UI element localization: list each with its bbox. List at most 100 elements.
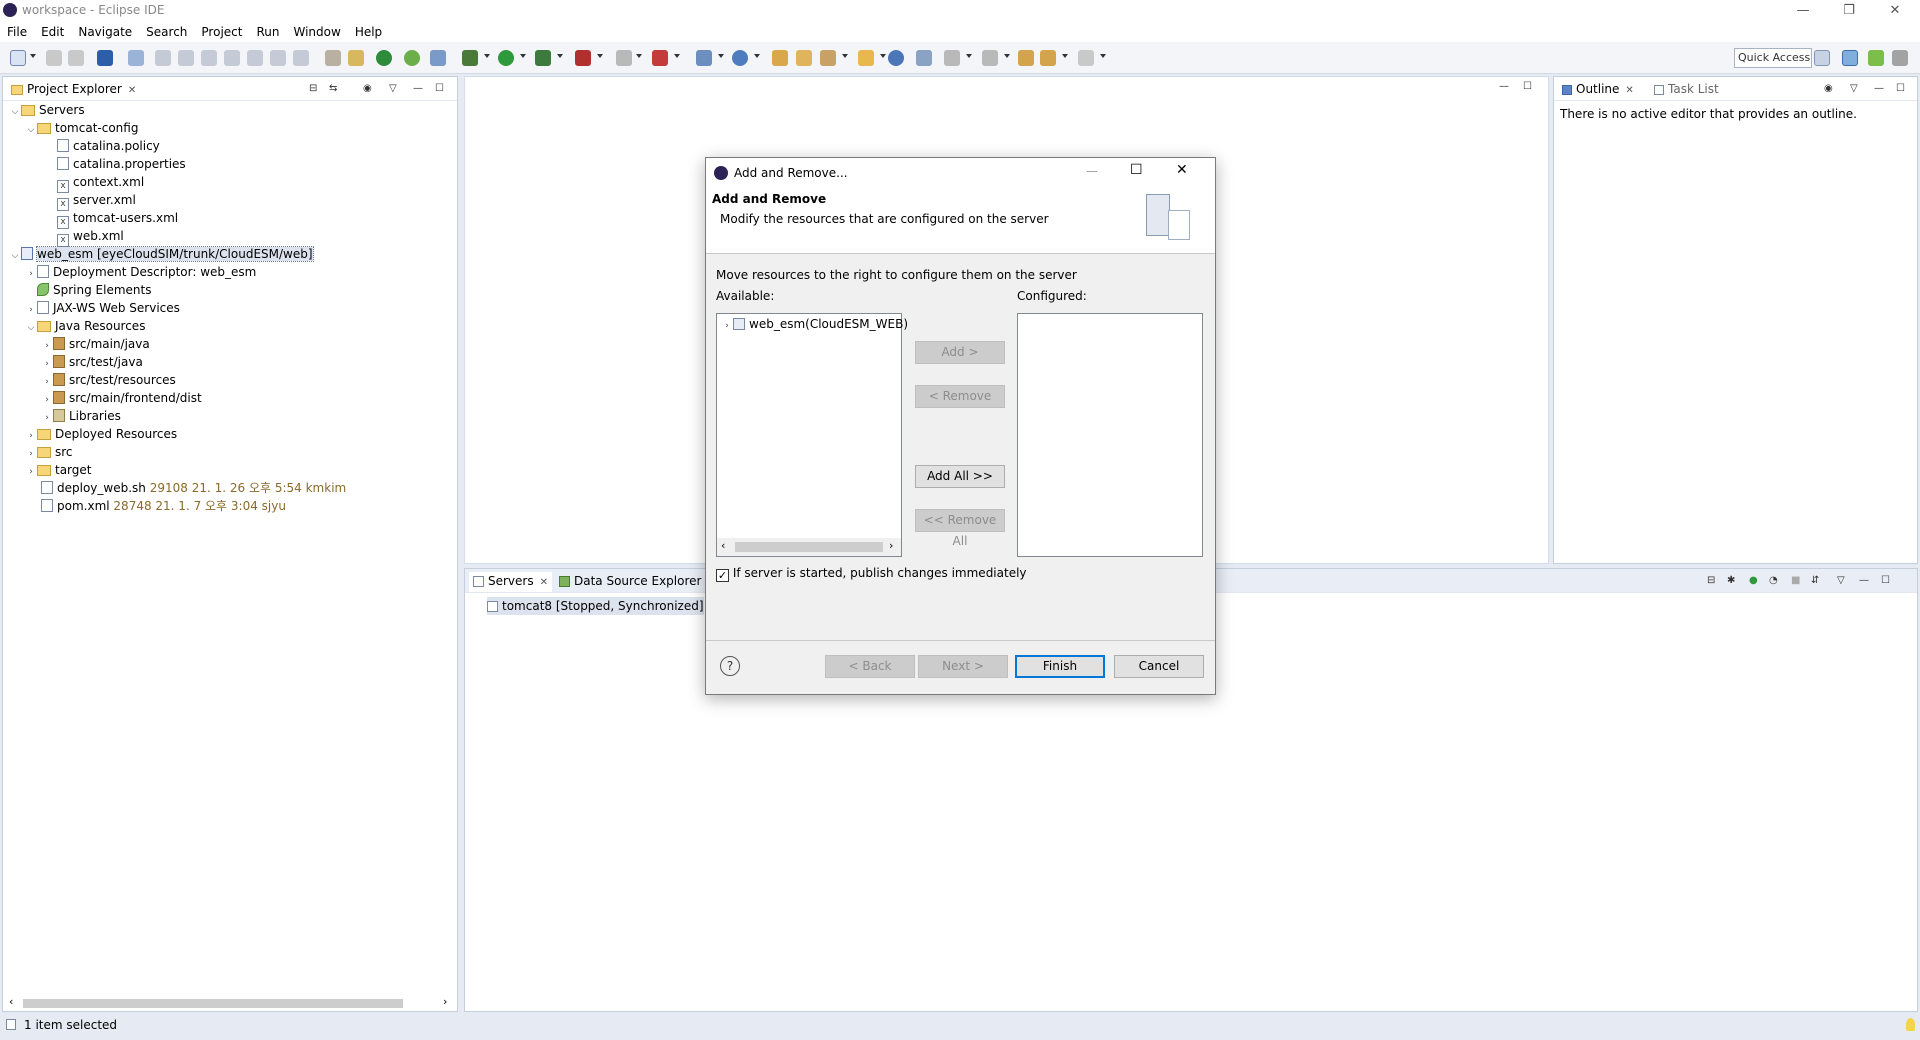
collapse-all-icon[interactable]: ⊟: [1707, 575, 1715, 586]
tree-row[interactable]: › src/test/resources: [41, 371, 176, 389]
pin-editor-icon[interactable]: [916, 50, 932, 66]
previous-annotation-icon[interactable]: [982, 50, 998, 66]
list-item[interactable]: › web_esm(CloudESM_WEB): [721, 315, 908, 333]
tree-row[interactable]: x server.xml: [57, 191, 136, 211]
step-over-icon[interactable]: [270, 50, 286, 66]
tree-row[interactable]: › src/main/java: [41, 335, 150, 353]
collapse-all-icon[interactable]: ⊟: [309, 83, 317, 94]
tab-project-explorer[interactable]: Project Explorer ✕: [7, 80, 141, 100]
minimize-button[interactable]: —: [1780, 0, 1826, 22]
tree-row[interactable]: › JAX-WS Web Services: [25, 299, 180, 317]
menu-run[interactable]: Run: [249, 22, 286, 42]
external-tools-dropdown-icon[interactable]: [597, 54, 603, 58]
close-icon[interactable]: ✕: [1625, 85, 1633, 96]
step-into-icon[interactable]: [247, 50, 263, 66]
step-return-icon[interactable]: [293, 50, 309, 66]
close-icon[interactable]: ✕: [540, 577, 548, 588]
expanded-icon[interactable]: ⌵: [25, 319, 37, 337]
tree-row[interactable]: › src/test/java: [41, 353, 143, 371]
collapsed-icon[interactable]: ›: [25, 265, 37, 283]
restore-button[interactable]: ❐: [1826, 0, 1872, 22]
next-button[interactable]: Next >: [918, 655, 1008, 678]
dialog-minimize-button[interactable]: —: [1086, 164, 1098, 178]
tab-data-source-explorer[interactable]: Data Source Explorer: [555, 572, 705, 592]
tab-task-list[interactable]: Task List: [1650, 80, 1723, 100]
menu-search[interactable]: Search: [139, 22, 194, 42]
server-row[interactable]: tomcat8 [Stopped, Synchronized]: [487, 597, 704, 615]
publish-checkbox-row[interactable]: ✓ If server is started, publish changes …: [716, 566, 1027, 582]
suspend-icon[interactable]: [178, 50, 194, 66]
expanded-icon[interactable]: ⌵: [9, 103, 21, 121]
open-type-icon[interactable]: [772, 50, 788, 66]
scroll-right-icon[interactable]: ›: [443, 995, 447, 1008]
view-menu-icon[interactable]: ▽: [1850, 83, 1858, 94]
add-button[interactable]: Add >: [915, 341, 1005, 364]
cancel-button[interactable]: Cancel: [1114, 655, 1204, 678]
class-dropdown-icon[interactable]: [754, 54, 760, 58]
last-edit-location-icon[interactable]: [1018, 50, 1034, 66]
expanded-icon[interactable]: ⌵: [25, 121, 37, 139]
package-dropdown-icon[interactable]: [718, 54, 724, 58]
new-dropdown-icon[interactable]: [30, 54, 36, 58]
quick-access-input[interactable]: Quick Access: [1734, 48, 1812, 68]
stop-server-icon[interactable]: ■: [1791, 575, 1800, 586]
java-perspective-icon[interactable]: [1892, 50, 1908, 66]
tree-row[interactable]: deploy_web.sh 29108 21. 1. 26 오후 5:54 km…: [41, 479, 346, 497]
next-annotation-icon[interactable]: [944, 50, 960, 66]
profile-server-icon[interactable]: ◔: [1769, 575, 1778, 586]
server-icon[interactable]: [652, 50, 668, 66]
new-java-package-icon[interactable]: [696, 50, 712, 66]
drop-to-frame-icon[interactable]: [325, 50, 341, 66]
tree-row[interactable]: › src: [25, 443, 72, 461]
close-icon[interactable]: ✕: [128, 85, 136, 96]
maximize-view-icon[interactable]: ☐: [435, 83, 444, 94]
forward-dropdown-icon[interactable]: [1100, 54, 1106, 58]
finish-button[interactable]: Finish: [1015, 655, 1105, 678]
terminal-icon[interactable]: [97, 50, 113, 66]
remove-button[interactable]: < Remove: [915, 385, 1005, 408]
tree-row[interactable]: › Deployed Resources: [25, 425, 177, 443]
horizontal-scrollbar[interactable]: ‹ ›: [7, 995, 453, 1011]
tree-row[interactable]: catalina.policy: [57, 137, 160, 155]
tree-row[interactable]: x web.xml: [57, 227, 124, 247]
spring-boot-icon[interactable]: [376, 50, 392, 66]
back-button[interactable]: < Back: [825, 655, 915, 678]
minimize-editor-icon[interactable]: —: [1499, 81, 1509, 92]
menu-edit[interactable]: Edit: [34, 22, 71, 42]
save-all-icon[interactable]: [68, 50, 84, 66]
tree-row[interactable]: pom.xml 28748 21. 1. 7 오후 3:04 sjyu: [41, 497, 286, 515]
help-icon[interactable]: ?: [720, 656, 740, 676]
tree-row[interactable]: catalina.properties: [57, 155, 186, 173]
publish-icon[interactable]: ⇵: [1811, 575, 1819, 586]
resume-icon[interactable]: [155, 50, 171, 66]
link-with-editor-icon[interactable]: ⇆: [329, 83, 337, 94]
save-icon[interactable]: [46, 50, 62, 66]
tree-row[interactable]: › target: [25, 461, 91, 479]
folder-dropdown-icon[interactable]: [880, 54, 886, 58]
minimize-view-icon[interactable]: —: [413, 83, 423, 94]
external-tools-icon[interactable]: [575, 50, 591, 66]
tree-row[interactable]: x context.xml: [57, 173, 144, 193]
run-icon[interactable]: [498, 50, 514, 66]
disconnect-icon[interactable]: [224, 50, 240, 66]
server-dropdown-icon[interactable]: [674, 54, 680, 58]
close-button[interactable]: ✕: [1872, 0, 1918, 22]
menu-help[interactable]: Help: [348, 22, 389, 42]
maximize-view-icon[interactable]: ☐: [1881, 575, 1890, 586]
run-dropdown-icon[interactable]: [520, 54, 526, 58]
scroll-left-icon[interactable]: ‹: [721, 539, 725, 552]
scrollbar-thumb[interactable]: [23, 999, 403, 1008]
view-menu-icon[interactable]: ▽: [1837, 575, 1845, 586]
minimize-view-icon[interactable]: —: [1859, 575, 1869, 586]
coverage-icon[interactable]: [535, 50, 551, 66]
tree-row[interactable]: › Libraries: [41, 407, 121, 425]
scroll-left-icon[interactable]: ‹: [9, 995, 13, 1008]
maximize-view-icon[interactable]: ☐: [1896, 83, 1905, 94]
web-browser-icon[interactable]: [888, 50, 904, 66]
configured-list[interactable]: [1017, 313, 1203, 557]
refresh-spring-icon[interactable]: [404, 50, 420, 66]
skip-breakpoints-icon[interactable]: [128, 50, 144, 66]
java-ee-perspective-icon[interactable]: [1842, 50, 1858, 66]
tree-row[interactable]: x tomcat-users.xml: [57, 209, 178, 229]
previous-annotation-dropdown-icon[interactable]: [1004, 54, 1010, 58]
